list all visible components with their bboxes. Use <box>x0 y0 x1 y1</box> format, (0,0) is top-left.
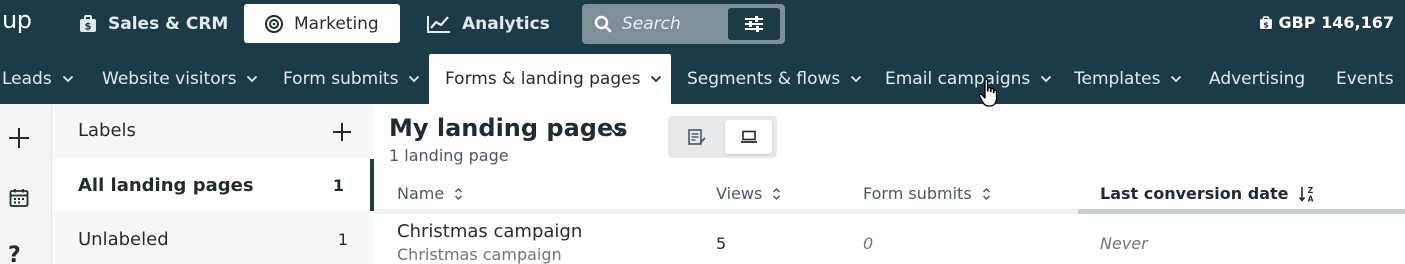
column-header-label: Name <box>397 184 445 203</box>
chevron-down-icon[interactable] <box>610 128 624 137</box>
balance-value: GBP 146,167 <box>1278 13 1395 32</box>
subnav-label: Segments & flows <box>687 69 841 89</box>
row-last-conversion: Never <box>1100 234 1148 253</box>
app-logo[interactable]: up <box>2 6 32 34</box>
row-form-submits: 0 <box>863 234 874 253</box>
top-bar: up $ Sales & CRM Marketing Analytics Sea… <box>0 0 1405 48</box>
subnav-segments-flows[interactable]: Segments & flows <box>687 54 862 104</box>
subnav-label: Templates <box>1074 69 1161 89</box>
chevron-down-icon <box>409 75 420 83</box>
svg-text:A: A <box>1308 194 1314 203</box>
sort-icon <box>982 187 990 200</box>
topnav-label: Sales & CRM <box>108 13 229 34</box>
search-icon <box>594 15 612 33</box>
page-subtitle: 1 landing page <box>389 146 509 165</box>
label-item-name: All landing pages <box>78 174 254 196</box>
help-icon[interactable]: ? <box>8 243 21 264</box>
label-item-count: 1 <box>332 175 344 195</box>
preview-view-button[interactable] <box>725 120 772 154</box>
svg-text:$: $ <box>85 21 92 32</box>
label-item-all-landing-pages[interactable]: All landing pages 1 <box>52 159 374 211</box>
sort-desc-icon: Z A <box>1299 186 1314 203</box>
topnav-marketing[interactable]: Marketing <box>244 4 400 43</box>
add-label-button[interactable] <box>330 120 354 144</box>
subnav-advertising[interactable]: Advertising <box>1209 54 1305 104</box>
wallet-dollar-icon: $ <box>1259 15 1272 29</box>
subnav-label: Events <box>1336 69 1394 89</box>
calendar-button[interactable] <box>6 185 32 211</box>
chevron-down-icon <box>851 75 862 83</box>
labels-title: Labels <box>78 120 136 141</box>
account-balance[interactable]: $ GBP 146,167 <box>1259 13 1395 32</box>
add-button[interactable] <box>6 125 32 151</box>
plus-icon <box>9 128 29 148</box>
sorted-column-indicator <box>1078 209 1405 214</box>
subnav-form-submits[interactable]: Form submits <box>283 54 420 104</box>
sort-icon <box>773 187 781 200</box>
labels-panel: Labels All landing pages 1 Unlabeled 1 <box>52 104 374 264</box>
sort-icon <box>455 187 463 200</box>
briefcase-dollar-icon: $ <box>80 14 96 32</box>
column-header-views[interactable]: Views <box>716 184 781 203</box>
subnav-label: Email campaigns <box>885 69 1031 89</box>
subnav-leads[interactable]: Leads <box>2 54 74 104</box>
main-content: My landing pages 1 landing page Name Vie… <box>374 104 1405 264</box>
view-toggle <box>668 116 777 158</box>
column-header-form-submits[interactable]: Form submits <box>863 184 991 203</box>
svg-text:$: $ <box>1263 20 1269 29</box>
subnav-label: Advertising <box>1209 69 1306 89</box>
list-view-button[interactable] <box>673 120 720 154</box>
topnav-label: Marketing <box>294 13 379 34</box>
chevron-down-icon <box>651 75 662 83</box>
plus-icon <box>333 123 351 141</box>
label-item-unlabeled[interactable]: Unlabeled 1 <box>52 213 374 264</box>
subnav-label: Leads <box>2 69 52 89</box>
calendar-icon <box>9 189 29 207</box>
topnav-label: Analytics <box>462 13 550 34</box>
subnav-label: Forms & landing pages <box>445 69 641 89</box>
subnav-label: Website visitors <box>102 69 237 89</box>
sliders-icon <box>745 16 763 32</box>
list-edit-icon <box>687 129 706 145</box>
label-item-count: 1 <box>337 229 348 249</box>
chevron-down-icon <box>247 75 258 83</box>
row-name[interactable]: Christmas campaign <box>397 221 582 242</box>
subnav-templates[interactable]: Templates <box>1074 54 1182 104</box>
left-rail: ? <box>0 104 52 264</box>
column-header-name[interactable]: Name <box>397 184 463 203</box>
page-title: My landing pages <box>389 114 628 142</box>
chevron-down-icon <box>62 75 73 83</box>
chevron-down-icon <box>1041 75 1052 83</box>
column-header-last-conversion-date[interactable]: Last conversion date Z A <box>1100 184 1316 203</box>
column-header-label: Last conversion date <box>1100 184 1289 203</box>
chevron-down-icon <box>1171 75 1182 83</box>
sub-nav: Leads Website visitors Form submits Form… <box>0 48 1405 104</box>
line-chart-icon <box>427 15 450 33</box>
laptop-icon <box>740 130 757 143</box>
target-icon <box>265 14 283 33</box>
row-views: 5 <box>716 234 727 253</box>
subnav-events[interactable]: Events <box>1336 54 1394 104</box>
subnav-forms-landing-pages[interactable]: Forms & landing pages <box>429 54 671 104</box>
subnav-label: Form submits <box>283 69 399 89</box>
row-subname: Christmas campaign <box>397 245 562 264</box>
subnav-email-campaigns[interactable]: Email campaigns <box>885 54 1052 104</box>
column-header-label: Form submits <box>863 184 972 203</box>
label-item-name: Unlabeled <box>78 228 169 250</box>
topnav-sales-crm[interactable]: $ Sales & CRM <box>66 4 240 43</box>
column-header-label: Views <box>716 184 763 203</box>
search-filter-button[interactable] <box>728 8 780 40</box>
topnav-analytics[interactable]: Analytics <box>414 4 562 43</box>
subnav-website-visitors[interactable]: Website visitors <box>102 54 258 104</box>
search-box <box>582 4 785 44</box>
